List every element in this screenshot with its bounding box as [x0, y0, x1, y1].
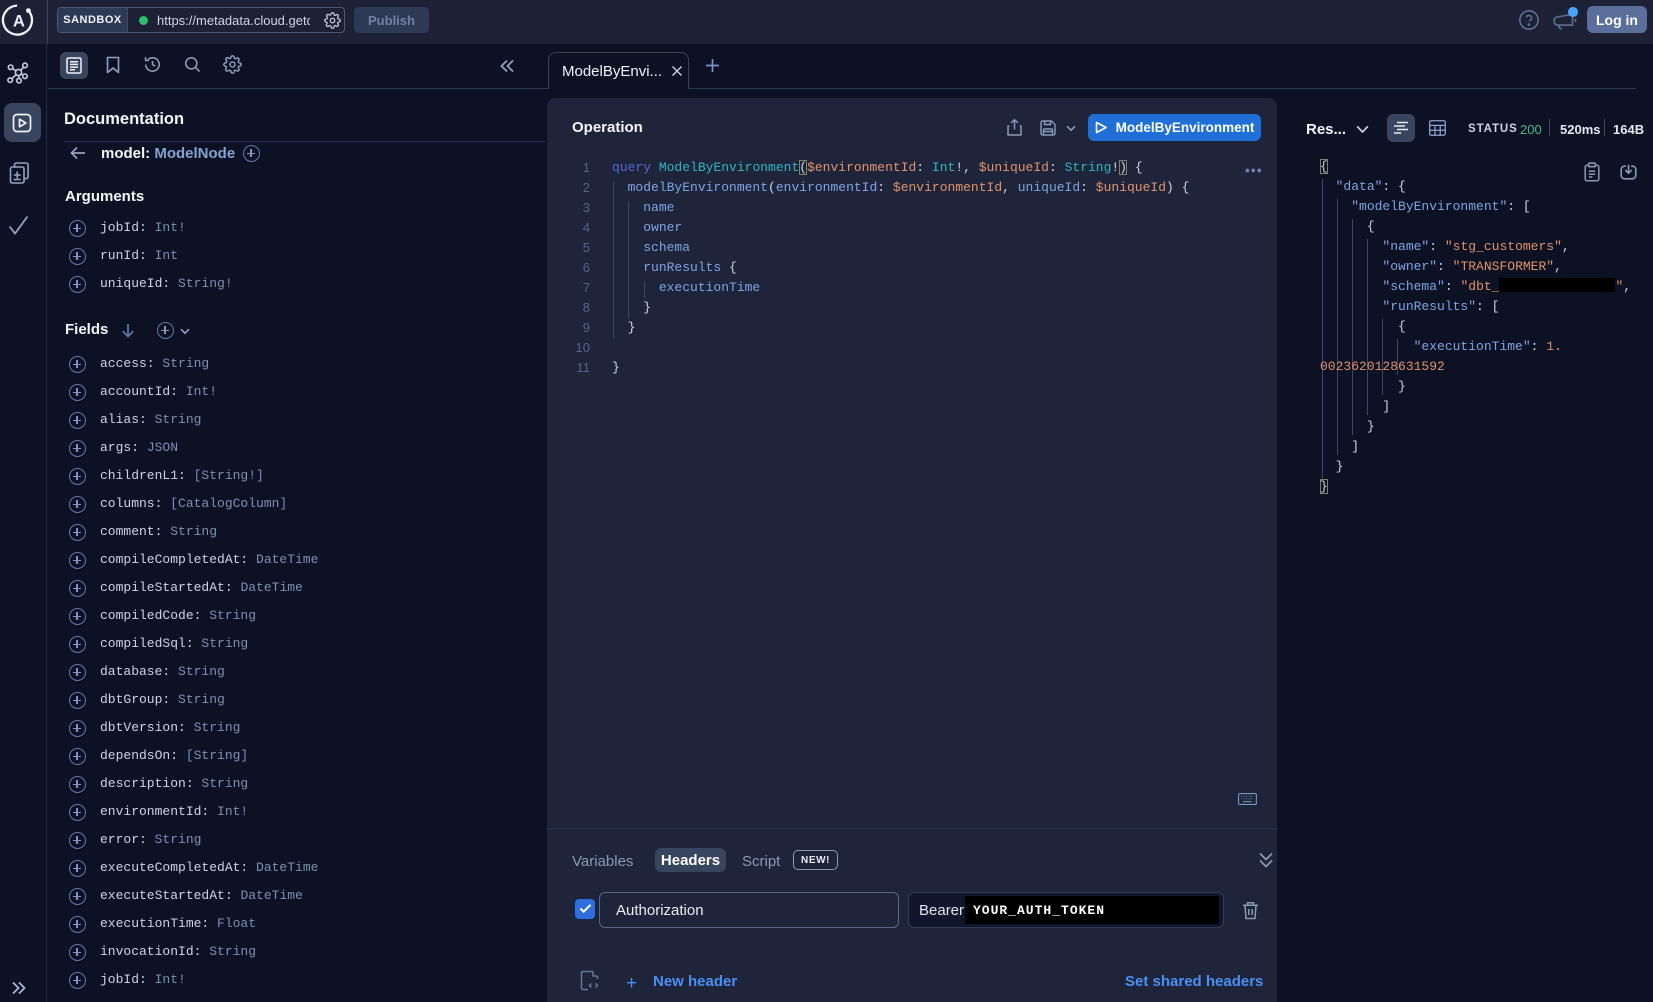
- svg-text:A: A: [13, 12, 25, 30]
